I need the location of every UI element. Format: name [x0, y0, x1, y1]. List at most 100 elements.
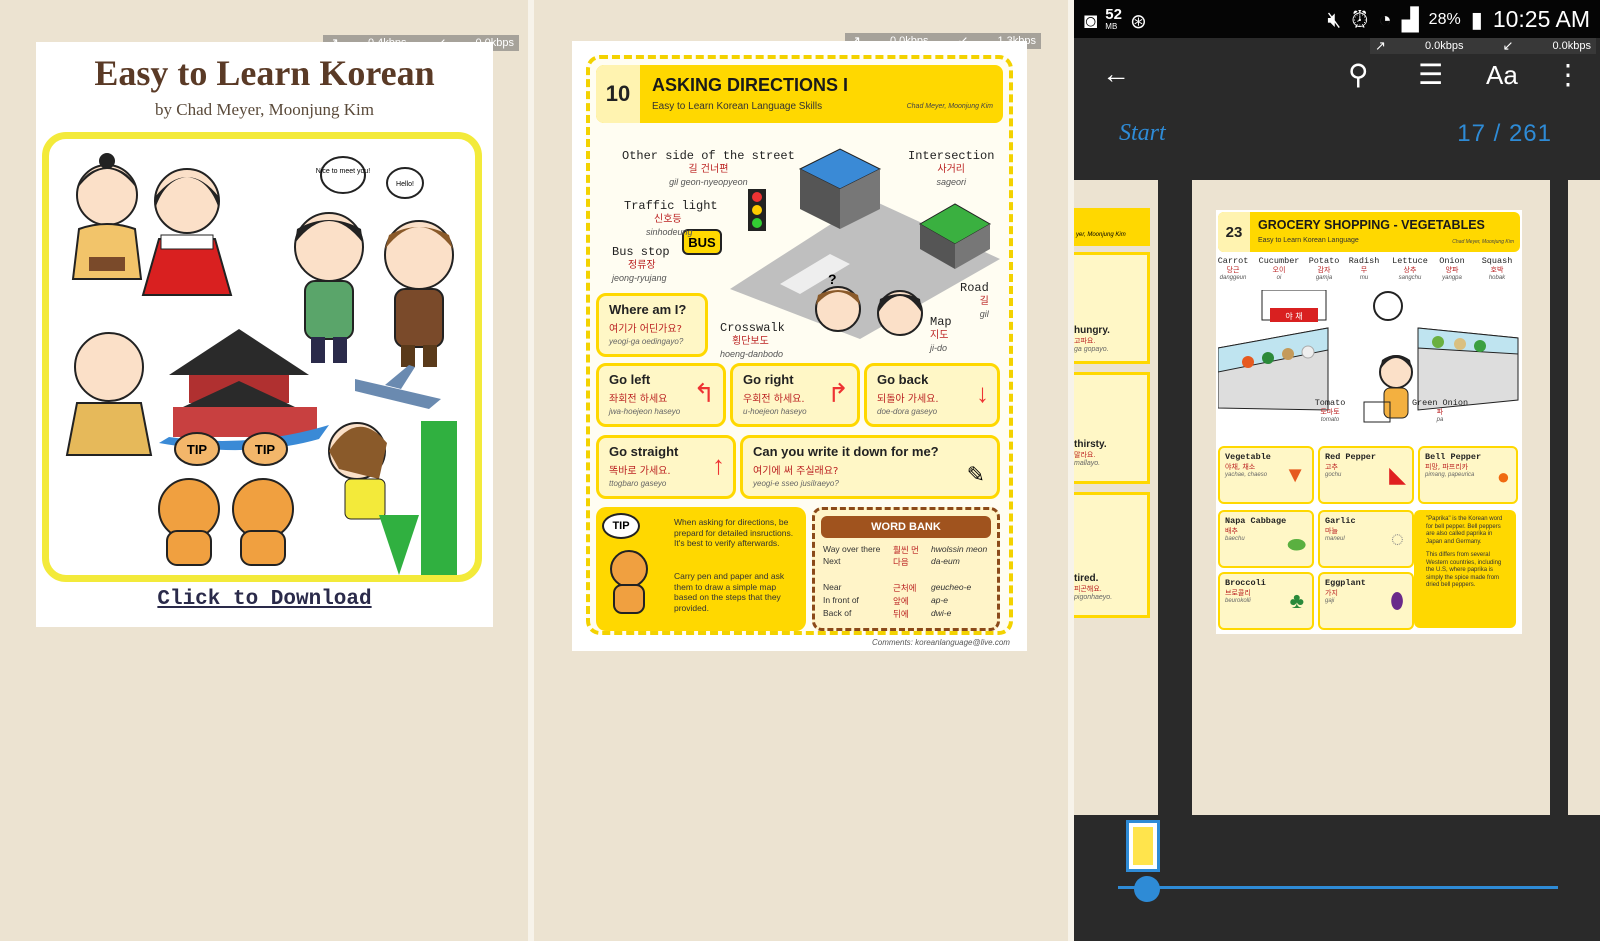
veg-subtitle: Easy to Learn Korean Language: [1258, 237, 1359, 244]
font-size-icon[interactable]: Aa: [1486, 60, 1518, 91]
veg-lesson-number: 23: [1218, 212, 1250, 252]
wifi-icon: ◔: [1378, 6, 1392, 32]
label-crosswalk: Crosswalk 횡단보도 hoeng-danbodo: [720, 321, 785, 359]
cover-illustration: Nice to meet you! Hello! TIP TIP: [42, 132, 482, 582]
download-arrow-icon: ↙: [1502, 38, 1514, 53]
veg-header: 23 GROCERY SHOPPING - VEGETABLES Easy to…: [1218, 212, 1520, 252]
red-pepper-icon: ◣: [1389, 462, 1406, 487]
broccoli-icon: ♣: [1289, 588, 1304, 613]
word-bank: WORD BANK Way over there 훨씬 먼 hwolssin meo…: [812, 507, 1000, 631]
lesson-authors: Chad Meyer, Moonjung Kim: [906, 103, 993, 110]
grocery-stand-illustration: 야 채: [1218, 290, 1519, 423]
more-vert-icon[interactable]: ⋮: [1554, 58, 1582, 91]
turn-right-arrow-icon: ↱: [827, 378, 849, 408]
page-scrubber: [1074, 820, 1600, 941]
word-bank-row: Near 근처에 geucheo-e: [823, 582, 972, 593]
prev-item: thirsty. 말라요. mallayo.: [1074, 372, 1150, 484]
write-down-box: Can you write it down for me? 여기에 써 주실래요?…: [740, 435, 1000, 499]
back-arrow-icon[interactable]: ←: [1102, 58, 1130, 90]
reader-toolbar: ↗ 0.0kbps ↙ 0.0kbps ← ⚲ ☰ Aa ⋮ Start 17 …: [1074, 38, 1600, 180]
tip-box: TIP When asking for directions, be prepa…: [596, 507, 806, 631]
tip-label-1: TIP: [187, 442, 208, 457]
phrase-go-back: Go back 되돌아 가세요. doe-dora gaseyo ↓: [864, 363, 1000, 427]
veg-box-red-pepper: Red Pepper 고추 gochu ◣: [1318, 446, 1414, 504]
garlic-icon: ◌: [1390, 526, 1404, 551]
prev-page-header: yer, Moonjung Kim: [1074, 208, 1150, 246]
phrase-go-right: Go right 우회전 하세요. u-hoejeon haseyo ↱: [730, 363, 860, 427]
previous-page[interactable]: yer, Moonjung Kim hungry. 고파요. ga gopayo. …: [1074, 180, 1158, 815]
vegetables-page: 23 GROCERY SHOPPING - VEGETABLES Easy to…: [1216, 210, 1522, 634]
mute-icon: 🔇︎: [1327, 6, 1342, 32]
battery-percent: 28%: [1428, 10, 1461, 28]
next-page[interactable]: [1568, 180, 1600, 815]
progress-track[interactable]: [1118, 886, 1558, 889]
veg-box-bell-pepper: Bell Pepper 피망, 파프리카 pimang, papeurica ●: [1418, 446, 1518, 504]
bubble-text-2: Hello!: [396, 181, 414, 188]
cabbage-icon: ⬬: [1287, 532, 1306, 557]
word-bank-row: In front of 앞에 ap-e: [823, 595, 949, 606]
upload-speed: 0.0kbps: [1424, 40, 1464, 52]
veg-label: Potato 감자 gamja: [1308, 256, 1340, 281]
search-icon[interactable]: ⚲: [1348, 58, 1369, 91]
download-link[interactable]: Click to Download: [36, 588, 493, 611]
book-title: Easy to Learn Korean: [94, 53, 435, 93]
phrase-go-left: Go left 좌회전 하세요 jwa-hoejeon haseyo ↰: [596, 363, 726, 427]
veg-box-broccoli: Broccoli 브로콜리 beurokolli ♣: [1218, 572, 1314, 630]
veg-label: Lettuce 상추 sangchu: [1392, 256, 1428, 281]
bubble-text-1: Nice to meet you!: [316, 168, 371, 175]
toc-list-icon[interactable]: ☰: [1418, 58, 1443, 91]
prev-item: hungry. 고파요. ga gopayo.: [1074, 252, 1150, 364]
download-speed: 0.0kbps: [1552, 40, 1591, 52]
signal-icon: ▟: [1401, 6, 1419, 32]
tip-cat-icon: [610, 550, 648, 614]
veg-label-tomato: Tomato 토마토 tomato: [1314, 398, 1346, 423]
book-authors: by Chad Meyer, Moonjung Kim: [155, 100, 374, 119]
label-intersection: Intersection 사거리 sageori: [908, 149, 995, 187]
page-thumbnail[interactable]: [1126, 820, 1160, 872]
carrot-icon: ▼: [1284, 462, 1306, 487]
label-map: Map 지도 ji-do: [930, 315, 952, 353]
screen: ↗ 0.4kbps ↙ 0.0kbps Easy to Learn Korean…: [0, 0, 1600, 941]
label-bus-stop: Bus stop 정류장 jeong-ryujang: [612, 245, 670, 283]
straight-arrow-icon: ↑: [712, 450, 725, 480]
lesson-number: 10: [596, 65, 640, 123]
tip-label-2: TIP: [255, 442, 276, 457]
page-carousel[interactable]: yer, Moonjung Kim hungry. 고파요. ga gopayo. …: [1074, 180, 1600, 820]
directions-page[interactable]: 10 ASKING DIRECTIONS I Easy to Learn Kor…: [572, 41, 1027, 651]
shield-icon: ⊛: [1129, 10, 1147, 33]
bell-pepper-icon: ●: [1496, 464, 1510, 489]
veg-box-napa-cabbage: Napa Cabbage 배추 baechu ⬬: [1218, 510, 1314, 568]
label-traffic-light: Traffic light 신호등 sinhodeung: [624, 199, 718, 237]
go-back-arrow-icon: ↓: [976, 378, 989, 408]
lesson-header: 10 ASKING DIRECTIONS I Easy to Learn Kor…: [596, 65, 1003, 123]
app-notification-icon: ◙: [1084, 8, 1098, 33]
veg-label: Cucumber 오이 oi: [1258, 256, 1300, 281]
directions-card: 10 ASKING DIRECTIONS I Easy to Learn Kor…: [586, 55, 1013, 635]
cover-characters-illustration: Nice to meet you! Hello! TIP TIP: [65, 153, 457, 575]
book-cover[interactable]: Easy to Learn Korean by Chad Meyer, Moon…: [36, 42, 493, 627]
lesson-subtitle: Easy to Learn Korean Language Skills: [652, 101, 823, 112]
start-link[interactable]: Start: [1119, 120, 1166, 147]
word-bank-title: WORD BANK: [821, 516, 991, 538]
question-mark: ?: [828, 271, 837, 287]
lesson-title: ASKING DIRECTIONS I: [652, 75, 849, 95]
veg-tip-box: "Paprika" is the Korean word for bell pe…: [1414, 510, 1516, 628]
tip-text-1: When asking for directions, be prepard f…: [674, 517, 794, 549]
veg-tip-text-2: This differs from several Western countr…: [1426, 552, 1502, 588]
label-other-side: Other side of the street 길 건너편 gil geon-ny…: [622, 149, 795, 187]
tip-label: TIP: [602, 513, 640, 539]
network-speed-meter: ↗ 0.0kbps ↙ 0.0kbps: [1370, 38, 1596, 54]
comments-footnote: Comments: koreanlanguage@live.com: [872, 638, 1010, 647]
veg-label: Carrot 당근 danggeun: [1217, 256, 1249, 281]
word-bank-row: Back of 뒤에 dwi-e: [823, 608, 952, 619]
label-road: Road 길 gil: [960, 281, 989, 319]
android-status-bar: ◙ 52 MB ⊛ 🔇︎ ⏰︎ ◔ ▟ 28% ▮ 10:25 AM: [1074, 0, 1600, 38]
word-bank-row: Next 다음 da-eum: [823, 556, 960, 567]
veg-tip-text-1: "Paprika" is the Korean word for bell pe…: [1426, 516, 1503, 545]
veg-label: Onion 양파 yangpa: [1439, 256, 1465, 281]
progress-slider-knob[interactable]: [1133, 876, 1160, 902]
current-page[interactable]: 23 GROCERY SHOPPING - VEGETABLES Easy to…: [1192, 180, 1550, 815]
veg-authors: Chad Meyer, Moonjung Kim: [1452, 239, 1514, 245]
alarm-icon: ⏰︎: [1351, 6, 1369, 32]
clock: 10:25 AM: [1492, 6, 1590, 32]
